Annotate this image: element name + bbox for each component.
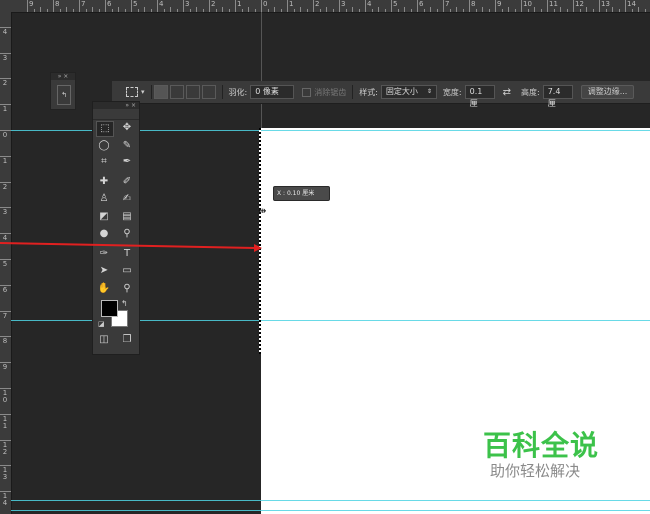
coordinate-tooltip: X : 0.10 厘米 (273, 186, 330, 201)
watermark-slogan: 助你轻松解决 (490, 462, 581, 480)
resize-cursor-icon: ⇹ (258, 206, 267, 217)
watermark-logo: 百科全说 (483, 429, 600, 462)
